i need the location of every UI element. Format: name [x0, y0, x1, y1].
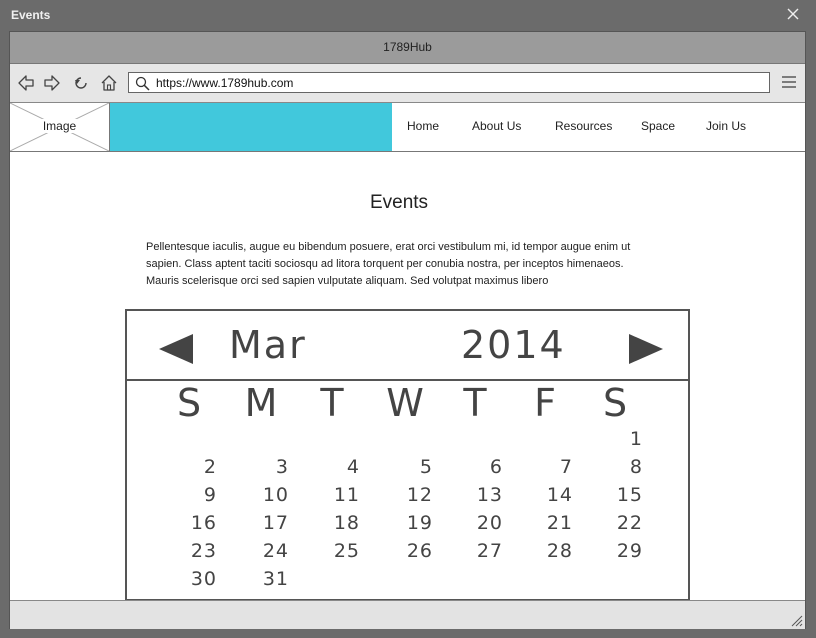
weekday-header: T	[463, 381, 487, 425]
prev-month-icon[interactable]	[159, 334, 195, 364]
calendar-day[interactable]: 11	[306, 484, 360, 506]
calendar-day[interactable]: 4	[306, 456, 360, 478]
nav-space[interactable]: Space	[641, 119, 675, 133]
logo-placeholder: Image	[10, 103, 110, 151]
close-icon[interactable]	[786, 7, 800, 21]
calendar-month: Mar	[229, 323, 307, 367]
calendar-day[interactable]: 9	[163, 484, 217, 506]
calendar-day[interactable]: 24	[235, 540, 289, 562]
nav-about-us[interactable]: About Us	[472, 119, 521, 133]
logo-label: Image	[40, 119, 79, 133]
browser-toolbar: https://www.1789hub.com	[10, 64, 805, 103]
calendar-day[interactable]: 16	[163, 512, 217, 534]
weekday-header: W	[386, 381, 424, 425]
tab-title: 1789Hub	[383, 40, 432, 54]
calendar-day[interactable]: 2	[163, 456, 217, 478]
back-icon[interactable]	[17, 74, 35, 92]
calendar-day[interactable]: 20	[449, 512, 503, 534]
calendar-year: 2014	[461, 323, 566, 367]
calendar-day[interactable]: 27	[449, 540, 503, 562]
reload-icon[interactable]	[72, 74, 90, 92]
calendar-day[interactable]: 17	[235, 512, 289, 534]
nav-home[interactable]: Home	[407, 119, 439, 133]
address-bar[interactable]: https://www.1789hub.com	[128, 72, 770, 93]
calendar: Mar 2014 S M T W T F S 1 2 3 4 5 6 7 8 9 10 11 12 13 14 15 16 1…	[125, 309, 690, 600]
calendar-day[interactable]: 15	[589, 484, 643, 506]
page-content: Events Pellentesque iaculis, augue eu bi…	[10, 152, 805, 600]
calendar-day[interactable]: 25	[306, 540, 360, 562]
browser-window: 1789Hub https://www.1789hub.com Image Ho…	[9, 31, 806, 629]
next-month-icon[interactable]	[627, 334, 663, 364]
calendar-day[interactable]: 10	[235, 484, 289, 506]
forward-icon[interactable]	[43, 74, 61, 92]
calendar-day[interactable]: 28	[519, 540, 573, 562]
calendar-day[interactable]: 22	[589, 512, 643, 534]
calendar-header: Mar 2014	[127, 311, 688, 381]
intro-paragraph: Pellentesque iaculis, augue eu bibendum …	[146, 241, 631, 287]
calendar-day[interactable]: 30	[163, 568, 217, 590]
window-title: Events	[11, 8, 51, 22]
window-titlebar: Events	[0, 0, 816, 31]
resize-grip-icon[interactable]	[791, 615, 803, 627]
calendar-day[interactable]: 5	[379, 456, 433, 478]
calendar-day[interactable]: 26	[379, 540, 433, 562]
nav-join-us[interactable]: Join Us	[706, 119, 746, 133]
calendar-day[interactable]: 12	[379, 484, 433, 506]
calendar-day[interactable]: 13	[449, 484, 503, 506]
nav-resources[interactable]: Resources	[555, 119, 612, 133]
calendar-day[interactable]: 3	[235, 456, 289, 478]
calendar-day[interactable]: 1	[589, 428, 643, 450]
calendar-day[interactable]: 19	[379, 512, 433, 534]
calendar-day[interactable]: 7	[519, 456, 573, 478]
home-icon[interactable]	[100, 74, 118, 92]
weekday-header: T	[320, 381, 344, 425]
weekday-header: M	[244, 381, 278, 425]
url-text: https://www.1789hub.com	[156, 76, 294, 90]
page-title: Events	[369, 192, 429, 213]
status-bar	[10, 600, 805, 629]
calendar-day[interactable]: 31	[235, 568, 289, 590]
header-banner	[110, 103, 392, 151]
calendar-day[interactable]: 8	[589, 456, 643, 478]
weekday-header: F	[534, 381, 556, 425]
weekday-header: S	[176, 381, 202, 425]
browser-tabbar: 1789Hub	[10, 32, 805, 64]
calendar-day[interactable]: 14	[519, 484, 573, 506]
calendar-day[interactable]: 29	[589, 540, 643, 562]
calendar-day[interactable]: 6	[449, 456, 503, 478]
calendar-day[interactable]: 23	[163, 540, 217, 562]
menu-icon[interactable]	[781, 75, 797, 89]
search-icon	[135, 76, 150, 91]
calendar-day[interactable]: 21	[519, 512, 573, 534]
weekday-header: S	[602, 381, 628, 425]
site-header: Image Home About Us Resources Space Join…	[10, 103, 805, 152]
calendar-day[interactable]: 18	[306, 512, 360, 534]
